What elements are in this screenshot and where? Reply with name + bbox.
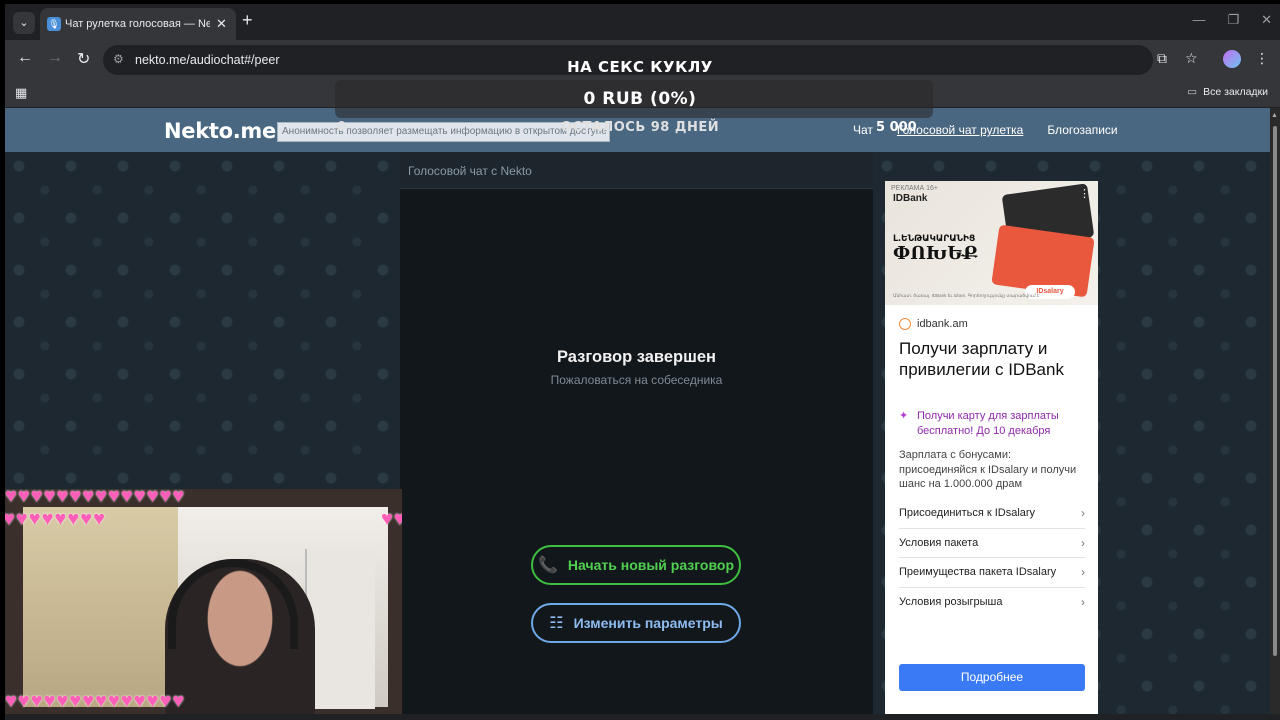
chevron-right-icon: › (1081, 565, 1085, 580)
chat-header: Голосовой чат с Nekto (400, 152, 873, 189)
heart-frame-right: ♥♥♥♥♥♥♥♥ (381, 508, 402, 530)
page-scrollbar[interactable]: ▲ (1270, 108, 1280, 714)
change-params-button[interactable]: ☷ Изменить параметры (531, 603, 741, 643)
ad-headline[interactable]: Получи зарплату и привилегии с IDBank (899, 339, 1089, 380)
ad-banner-fineprint: Անհատ. ծառայ. IDBank եւ Idram. Գործողութ… (893, 293, 1040, 298)
tab-strip: ⌄ 🎙 Чат рулетка голосовая — Nekto.me ✕ +… (5, 4, 1280, 40)
page-content: Nekto.me Анонимность позволяет размещать… (5, 108, 1270, 714)
heart-frame-bottom: ♥♥♥♥♥♥♥♥♥♥♥♥♥♥ (5, 690, 186, 712)
change-params-button-label: Изменить параметры (573, 615, 723, 631)
idbank-logo-icon (899, 318, 911, 330)
heart-frame-left: ♥♥♥♥♥♥♥♥ (5, 507, 105, 531)
ad-links-list: Присоединиться к IDsalary › Условия пакет… (899, 499, 1085, 617)
ad-banner-image[interactable]: РЕКЛАМА 16+ IDBank Լ․ԵՆԹԱԿԱՐԱՆԻՑ ՓՈԽԵՔ I… (885, 181, 1098, 305)
donation-goal-title: НА СЕКС КУКЛУ (567, 58, 713, 76)
ad-link-conditions[interactable]: Условия пакета › (899, 529, 1085, 558)
ad-link-benefits[interactable]: Преимущества пакета IDsalary › (899, 558, 1085, 588)
donation-goal-progress: 0 RUB (0%) (583, 89, 697, 109)
tab-search-icon[interactable]: ⌄ (13, 12, 35, 34)
ad-more-icon[interactable]: ⋮ (1079, 187, 1090, 200)
window-controls: — ❐ ✕ (1192, 12, 1272, 28)
chevron-right-icon: › (1081, 595, 1085, 610)
donation-goal-min: 0 (337, 120, 347, 135)
ad-description: Зарплата с бонусами: присоединяйся к IDs… (899, 449, 1077, 490)
microphone-favicon-icon: 🎙 (47, 17, 61, 31)
ad-link-label: Условия пакета (899, 536, 979, 549)
scroll-thumb[interactable] (1273, 126, 1277, 656)
ad-label: РЕКЛАМА 16+ (891, 185, 938, 192)
chat-header-title: Голосовой чат с Nekto (408, 164, 532, 178)
background-pattern-left (5, 152, 400, 492)
ad-link-join[interactable]: Присоединиться к IDsalary › (899, 499, 1085, 529)
webcam-door (305, 549, 375, 709)
sparkle-icon: ✦ (899, 410, 909, 422)
restore-icon[interactable]: ❐ (1227, 12, 1239, 28)
chevron-right-icon: › (1081, 506, 1085, 521)
tab-active[interactable]: 🎙 Чат рулетка голосовая — Nekto.me ✕ (40, 8, 236, 40)
minimize-icon[interactable]: — (1192, 12, 1205, 28)
webcam-wall (23, 507, 178, 707)
donation-goal-days-left: ОСТАЛОСЬ 98 ДНЕЙ (560, 120, 720, 135)
complain-link[interactable]: Пожаловаться на собеседника (400, 373, 873, 387)
new-tab-icon[interactable]: + (242, 10, 253, 31)
heart-frame-top: ♥♥♥♥♥♥♥♥♥♥♥♥♥♥ (5, 489, 186, 507)
ad-link-label: Условия розыгрыша (899, 596, 1003, 609)
ad-promo-text: Получи карту для зарплаты бесплатно! До … (917, 410, 1059, 437)
chat-panel: Голосовой чат с Nekto Разговор завершен … (400, 152, 873, 714)
new-chat-button-label: Начать новый разговор (567, 557, 734, 573)
conversation-ended-title: Разговор завершен (556, 348, 716, 366)
ad-link-label: Присоединиться к IDsalary (899, 507, 1036, 520)
list-settings-icon: ☷ (549, 615, 564, 632)
ad-promo: ✦ Получи карту для зарплаты бесплатно! Д… (899, 409, 1089, 438)
tab-title: Чат рулетка голосовая — Nekto.me (65, 18, 210, 30)
ad-banner-line2: ՓՈԽԵՔ (893, 243, 979, 264)
chevron-right-icon: › (1081, 535, 1085, 550)
close-tab-icon[interactable]: ✕ (216, 16, 227, 32)
phone-icon: 📞 (538, 557, 558, 574)
ad-banner-brand: IDBank (893, 193, 928, 204)
new-chat-button[interactable]: 📞 Начать новый разговор (531, 545, 741, 585)
ad-domain[interactable]: idbank.am (899, 318, 968, 330)
webcam-overlay: ♥♥♥♥♥♥♥♥♥♥♥♥♥♥ ♥♥♥♥♥♥♥♥♥♥♥♥♥♥ ♥♥♥♥♥♥♥♥ ♥… (5, 489, 402, 714)
donation-goal-target: 5 000 (876, 120, 917, 135)
ad-domain-text: idbank.am (917, 318, 968, 330)
ad-link-raffle[interactable]: Условия розыгрыша › (899, 588, 1085, 618)
close-window-icon[interactable]: ✕ (1261, 12, 1272, 28)
idbank-ad[interactable]: РЕКЛАМА 16+ IDBank Լ․ԵՆԹԱԿԱՐԱՆԻՑ ՓՈԽԵՔ I… (885, 181, 1098, 714)
ad-more-button[interactable]: Подробнее (899, 664, 1085, 691)
ad-link-label: Преимущества пакета IDsalary (899, 566, 1057, 579)
scroll-up-icon[interactable]: ▲ (1271, 112, 1278, 119)
